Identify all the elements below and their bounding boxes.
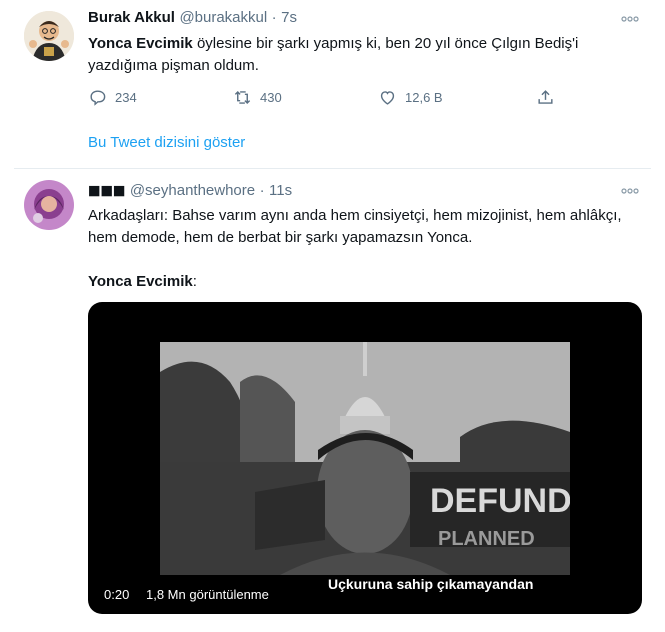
share-button[interactable] (536, 88, 555, 107)
video-player[interactable]: DEFUND PLANNED Uçkuruna sahip çıkamayand… (88, 302, 642, 614)
video-frame: DEFUND PLANNED (160, 342, 570, 575)
reply-count: 234 (115, 90, 137, 105)
avatar[interactable] (24, 11, 74, 61)
reply-button[interactable]: 234 (88, 88, 233, 107)
mention-name[interactable]: Yonca Evcimik (88, 35, 193, 52)
more-options-icon[interactable] (621, 181, 639, 197)
retweet-button[interactable]: 430 (233, 88, 378, 107)
action-bar: 234 430 12,6 B (88, 88, 555, 107)
timestamp[interactable]: 7s (281, 9, 297, 26)
like-button[interactable]: 12,6 B (378, 88, 536, 107)
tweet-quote-label: Yonca Evcimik: (88, 273, 197, 290)
author-name[interactable]: ◼◼◼ (88, 182, 125, 199)
retweet-count: 430 (260, 90, 282, 105)
video-view-count: 1,8 Mn görüntülenme (146, 587, 269, 602)
show-thread-link[interactable]: Bu Tweet dizisini göster (88, 134, 245, 151)
avatar-illustration (24, 180, 74, 230)
author-name[interactable]: Burak Akkul (88, 9, 175, 26)
separator-dot: · (271, 9, 277, 26)
sign-text: DEFUND (430, 482, 570, 520)
share-icon (538, 90, 553, 104)
tweet-text: Arkadaşları: Bahse varım aynı anda hem c… (88, 207, 622, 246)
heart-icon (380, 91, 395, 105)
video-subtitle: Uçkuruna sahip çıkamayandan (328, 576, 534, 592)
timestamp[interactable]: 11s (269, 182, 292, 199)
bold-name: Yonca Evcimik (88, 273, 193, 290)
like-count: 12,6 B (405, 90, 443, 105)
more-options-icon[interactable] (621, 9, 639, 25)
separator-dot: · (259, 182, 265, 199)
reply-icon (90, 90, 106, 106)
retweet-icon (234, 90, 251, 105)
author-handle[interactable]: @seyhanthewhore (130, 182, 255, 199)
avatar-illustration (24, 11, 74, 61)
sign-text-2: PLANNED (438, 528, 535, 550)
author-handle[interactable]: @burakakkul (179, 9, 267, 26)
video-time: 0:20 (104, 587, 130, 602)
avatar[interactable] (24, 180, 74, 230)
tweet-text: Yonca Evcimik öylesine bir şarkı yapmış … (88, 33, 643, 77)
tweet-1[interactable]: Burak Akkul @burakakkul · 7s Yonca Evcim… (0, 0, 665, 168)
